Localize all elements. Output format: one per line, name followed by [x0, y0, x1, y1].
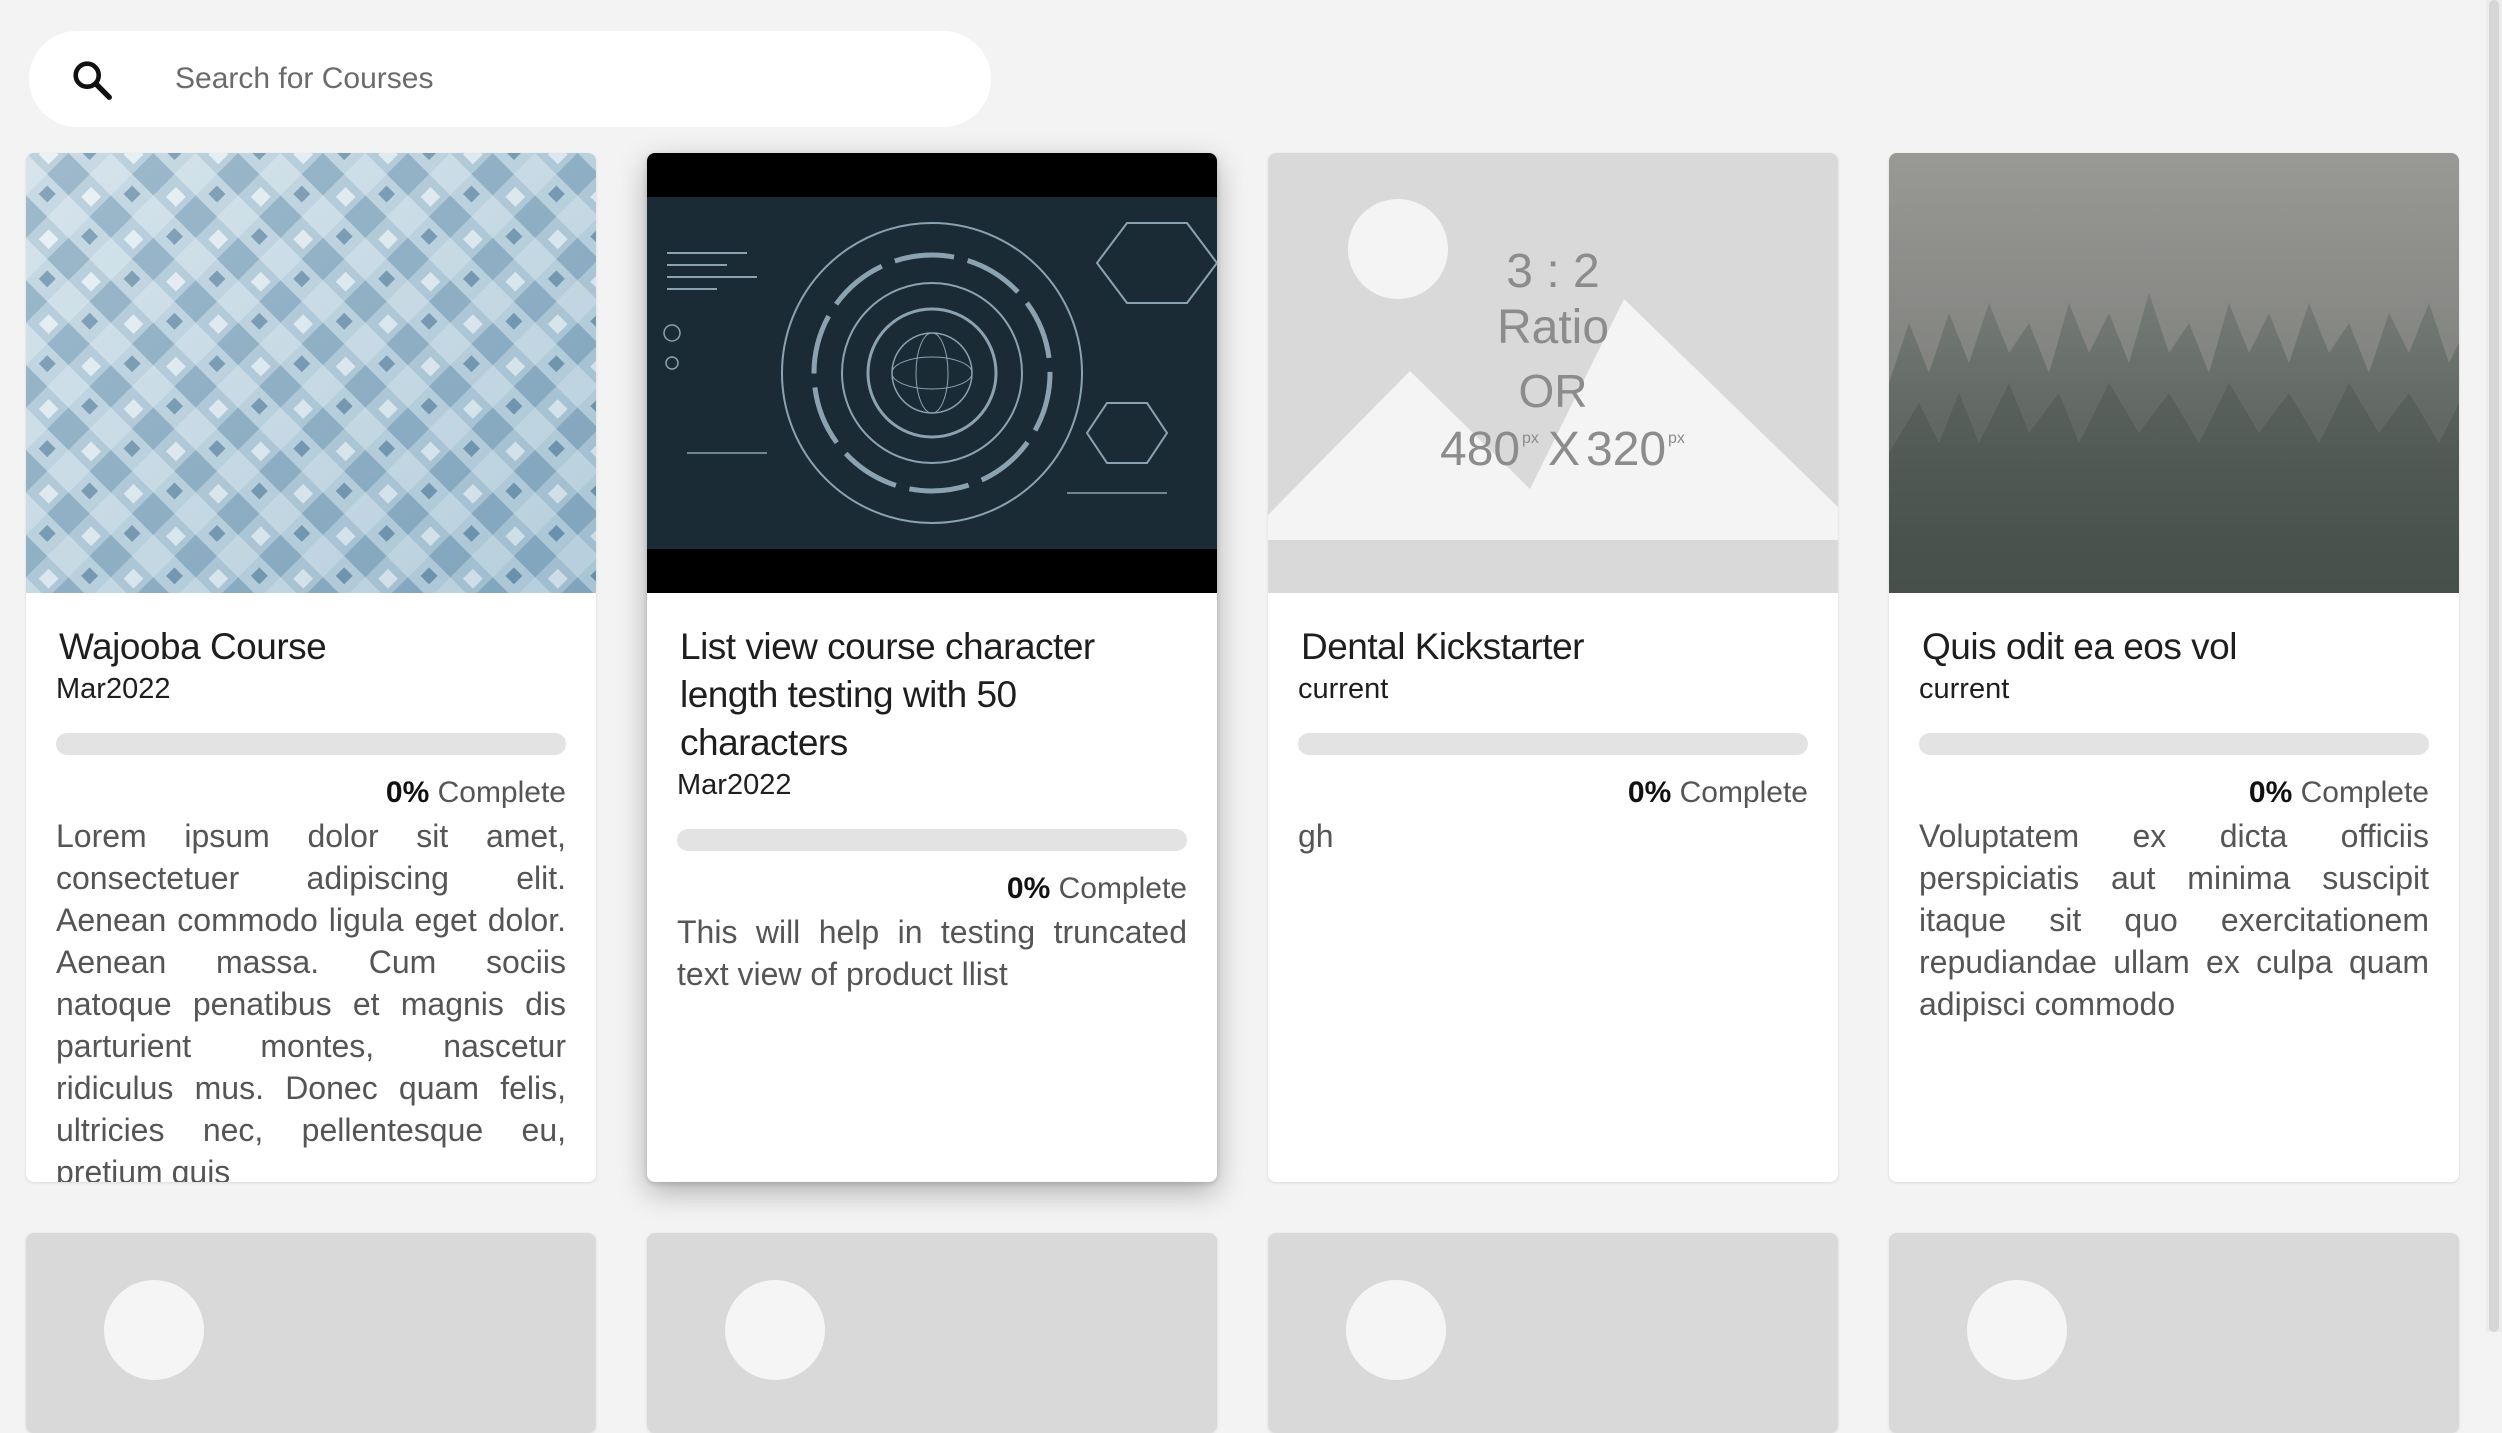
placeholder-image — [1346, 1280, 1446, 1380]
progress-label: 0% Complete — [56, 775, 566, 811]
course-card-body: Quis odit ea eos vol current 0% Complete… — [1919, 623, 2429, 1025]
course-card-body: Wajooba Course Mar2022 0% Complete Lorem… — [56, 623, 566, 1182]
course-image — [647, 153, 1217, 593]
progress-suffix: Complete — [1058, 872, 1187, 905]
progress-bar — [1919, 733, 2429, 755]
course-title[interactable]: List view course character length testin… — [677, 623, 1187, 767]
progress-bar — [677, 829, 1187, 851]
course-card[interactable] — [1889, 1233, 2459, 1433]
course-card-body: Dental Kickstarter current 0% Complete g… — [1298, 623, 1808, 857]
course-description: Voluptatem ex dicta officiis perspiciati… — [1919, 818, 2429, 1022]
progress-percent: 0% — [385, 776, 430, 809]
search-bar — [29, 31, 991, 127]
progress-suffix: Complete — [1679, 776, 1808, 809]
progress-percent: 0% — [2248, 776, 2293, 809]
progress-percent: 0% — [1627, 776, 1672, 809]
placeholder-image — [104, 1280, 204, 1380]
progress-suffix: Complete — [437, 776, 566, 809]
course-image — [1889, 153, 2459, 593]
progress-label: 0% Complete — [1919, 775, 2429, 811]
placeholder-ratio-word: Ratio — [1497, 301, 1609, 354]
search-input[interactable] — [146, 31, 946, 127]
course-card[interactable]: 3 : 2 Ratio OR 480 px X 320 px Dental Ki… — [1268, 153, 1838, 1182]
placeholder-times: X — [1548, 423, 1580, 476]
progress-label: 0% Complete — [1298, 775, 1808, 811]
course-title[interactable]: Quis odit ea eos vol — [1919, 623, 2429, 671]
progress-bar — [56, 733, 566, 755]
course-description: This will help in testing truncated text… — [677, 914, 1187, 992]
course-description: gh — [1298, 818, 1334, 854]
course-description: Lorem ipsum dolor sit amet, consectetuer… — [56, 818, 566, 1182]
course-image — [26, 153, 596, 593]
progress-label: 0% Complete — [677, 871, 1187, 907]
placeholder-ratio: 3 : 2 — [1506, 245, 1599, 298]
course-card-body: List view course character length testin… — [677, 623, 1187, 995]
course-date: Mar2022 — [677, 769, 792, 801]
placeholder-image: 3 : 2 Ratio OR 480 px X 320 px — [1268, 153, 1838, 593]
course-title[interactable]: Wajooba Course — [56, 623, 566, 671]
placeholder-or: OR — [1519, 365, 1588, 417]
course-card[interactable] — [26, 1233, 596, 1433]
progress-bar — [1298, 733, 1808, 755]
course-card[interactable]: List view course character length testin… — [647, 153, 1217, 1182]
placeholder-width: 480 — [1440, 423, 1520, 476]
progress-suffix: Complete — [2300, 776, 2429, 809]
placeholder-image — [1967, 1280, 2067, 1380]
course-date: current — [1919, 673, 2010, 705]
placeholder-unit: px — [1522, 430, 1539, 447]
course-date: current — [1298, 673, 1389, 705]
placeholder-unit: px — [1668, 430, 1685, 447]
placeholder-height: 320 — [1586, 423, 1666, 476]
course-card[interactable]: Quis odit ea eos vol current 0% Complete… — [1889, 153, 2459, 1182]
course-title[interactable]: Dental Kickstarter — [1298, 623, 1808, 671]
scrollbar[interactable] — [2486, 0, 2502, 1332]
search-icon[interactable] — [69, 57, 115, 103]
course-card[interactable] — [647, 1233, 1217, 1433]
course-date: Mar2022 — [56, 673, 171, 705]
scrollbar-thumb[interactable] — [2489, 0, 2499, 1332]
progress-percent: 0% — [1006, 872, 1051, 905]
placeholder-image — [725, 1280, 825, 1380]
course-card[interactable] — [1268, 1233, 1838, 1433]
course-card[interactable]: Wajooba Course Mar2022 0% Complete Lorem… — [26, 153, 596, 1182]
